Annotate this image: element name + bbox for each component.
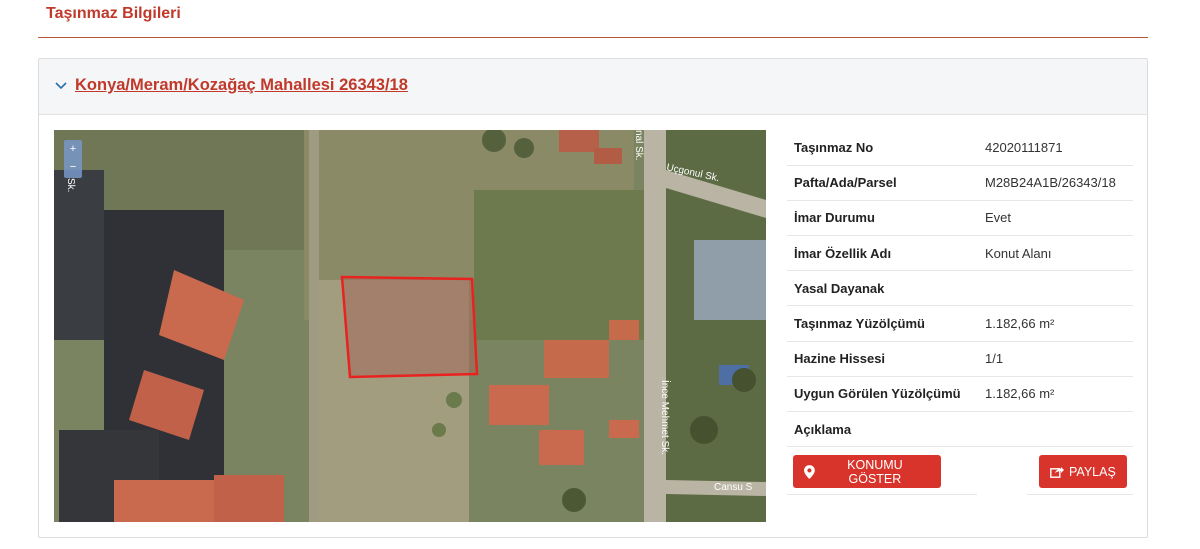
share-button[interactable]: PAYLAŞ [1039, 455, 1127, 489]
satellite-map[interactable]: Uçgonul Sk. İnce Mehmet Sk. Cansu S nal … [54, 130, 766, 522]
street-label: Sk. [65, 178, 76, 192]
street-label: nal Sk. [633, 130, 644, 161]
divider [1027, 494, 1133, 496]
property-info-table: Taşınmaz No 42020111871 Pafta/Ada/Parsel M… [787, 130, 1133, 447]
street-label: İnce Mehmet Sk. [659, 380, 672, 455]
table-row: Taşınmaz Yüzölçümü 1.182,66 m² [787, 306, 1133, 342]
info-value: Evet [985, 210, 1012, 226]
table-row: İmar Özellik Adı Konut Alanı [787, 236, 1133, 271]
show-location-button[interactable]: KONUMU GÖSTER [793, 455, 941, 489]
table-row: Pafta/Ada/Parsel M28B24A1B/26343/18 [787, 165, 1133, 201]
parcel-outline [340, 275, 479, 379]
info-key: Uygun Görülen Yüzölçümü [794, 386, 961, 402]
zoom-in-button[interactable]: + [64, 140, 82, 158]
property-info: Taşınmaz No 42020111871 Pafta/Ada/Parsel M… [787, 130, 1133, 497]
info-key: Pafta/Ada/Parsel [794, 175, 897, 191]
map-zoom-control[interactable]: + − [64, 140, 82, 178]
info-key: İmar Özellik Adı [794, 245, 892, 261]
share-icon [1050, 466, 1064, 478]
info-key: Taşınmaz Yüzölçümü [794, 316, 925, 332]
info-value: Konut Alanı [985, 245, 1052, 261]
info-value: 42020111871 [985, 139, 1063, 155]
info-key: Taşınmaz No [794, 139, 874, 155]
property-location-link[interactable]: Konya/Meram/Kozağaç Mahallesi 26343/18 [75, 76, 408, 95]
show-location-label: KONUMU GÖSTER [847, 457, 903, 486]
action-buttons: KONUMU GÖSTER PAYLAŞ [787, 447, 1133, 497]
map-marker-icon [804, 464, 815, 479]
info-key: Hazine Hissesi [794, 351, 886, 367]
info-value: 1/1 [985, 351, 1004, 367]
table-row: Taşınmaz No 42020111871 [787, 130, 1133, 166]
info-key: Yasal Dayanak [794, 280, 885, 296]
chevron-down-icon[interactable] [55, 79, 67, 91]
map-image: Uçgonul Sk. İnce Mehmet Sk. Cansu S nal … [54, 130, 766, 522]
panel-heading[interactable]: Konya/Meram/Kozağaç Mahallesi 26343/18 [39, 59, 1147, 115]
info-value [977, 271, 1133, 306]
table-row: Açıklama [787, 412, 1133, 447]
section-header: Taşınmaz Bilgileri [38, 0, 1148, 38]
table-row: Hazine Hissesi 1/1 [787, 341, 1133, 377]
info-value [977, 412, 1133, 447]
zoom-out-button[interactable]: − [64, 158, 82, 176]
table-row: Uygun Görülen Yüzölçümü 1.182,66 m² [787, 376, 1133, 412]
info-value: M28B24A1B/26343/18 [985, 175, 1116, 191]
info-key: Açıklama [794, 421, 852, 437]
section-title: Taşınmaz Bilgileri [46, 5, 181, 22]
property-panel: Konya/Meram/Kozağaç Mahallesi 26343/18 U… [38, 58, 1148, 538]
info-key: İmar Durumu [794, 210, 875, 226]
share-label: PAYLAŞ [1069, 464, 1116, 479]
info-value: 1.182,66 m² [985, 316, 1055, 332]
divider [787, 494, 977, 496]
info-value: 1.182,66 m² [985, 386, 1055, 402]
table-row: Yasal Dayanak [787, 271, 1133, 306]
street-label: Cansu S [714, 482, 753, 493]
table-row: İmar Durumu Evet [787, 200, 1133, 236]
